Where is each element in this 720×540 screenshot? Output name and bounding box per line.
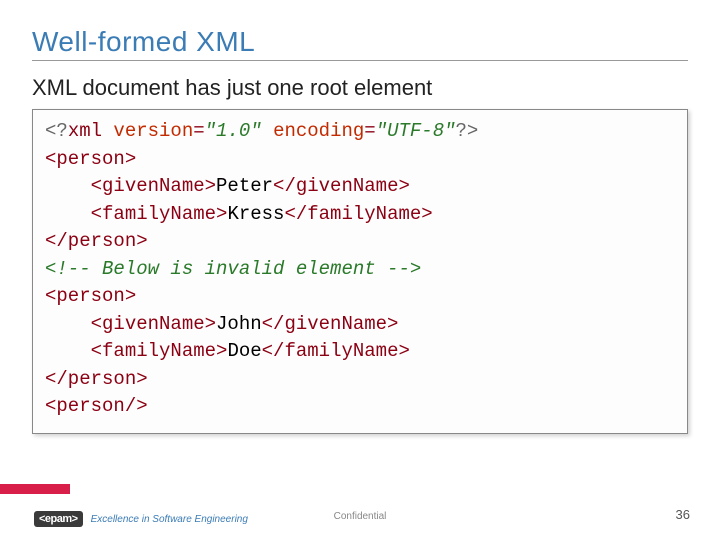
page-number: 36 <box>676 507 690 522</box>
footer: <epam> Excellence in Software Engineerin… <box>0 488 720 530</box>
code-line: <familyName>Kress</familyName> <box>45 201 675 229</box>
title-rule <box>32 60 688 61</box>
logo-badge: <epam> <box>34 511 83 527</box>
slide-container: Well-formed XML XML document has just on… <box>0 0 720 540</box>
code-line: <person/> <box>45 393 675 421</box>
footer-tagline: Excellence in Software Engineering <box>91 514 248 525</box>
code-line: </person> <box>45 366 675 394</box>
code-line: <person> <box>45 146 675 174</box>
footer-confidential: Confidential <box>334 511 387 522</box>
slide-subtitle: XML document has just one root element <box>32 75 688 101</box>
code-line: <!-- Below is invalid element --> <box>45 256 675 284</box>
code-block: <?xml version="1.0" encoding="UTF-8"?><p… <box>32 109 688 434</box>
code-line: <givenName>John</givenName> <box>45 311 675 339</box>
code-line: <familyName>Doe</familyName> <box>45 338 675 366</box>
code-line: <person> <box>45 283 675 311</box>
code-line: </person> <box>45 228 675 256</box>
code-line: <?xml version="1.0" encoding="UTF-8"?> <box>45 118 675 146</box>
logo-wrap: <epam> Excellence in Software Engineerin… <box>34 511 248 527</box>
code-line: <givenName>Peter</givenName> <box>45 173 675 201</box>
accent-bar <box>0 484 70 494</box>
slide-title: Well-formed XML <box>32 26 688 58</box>
